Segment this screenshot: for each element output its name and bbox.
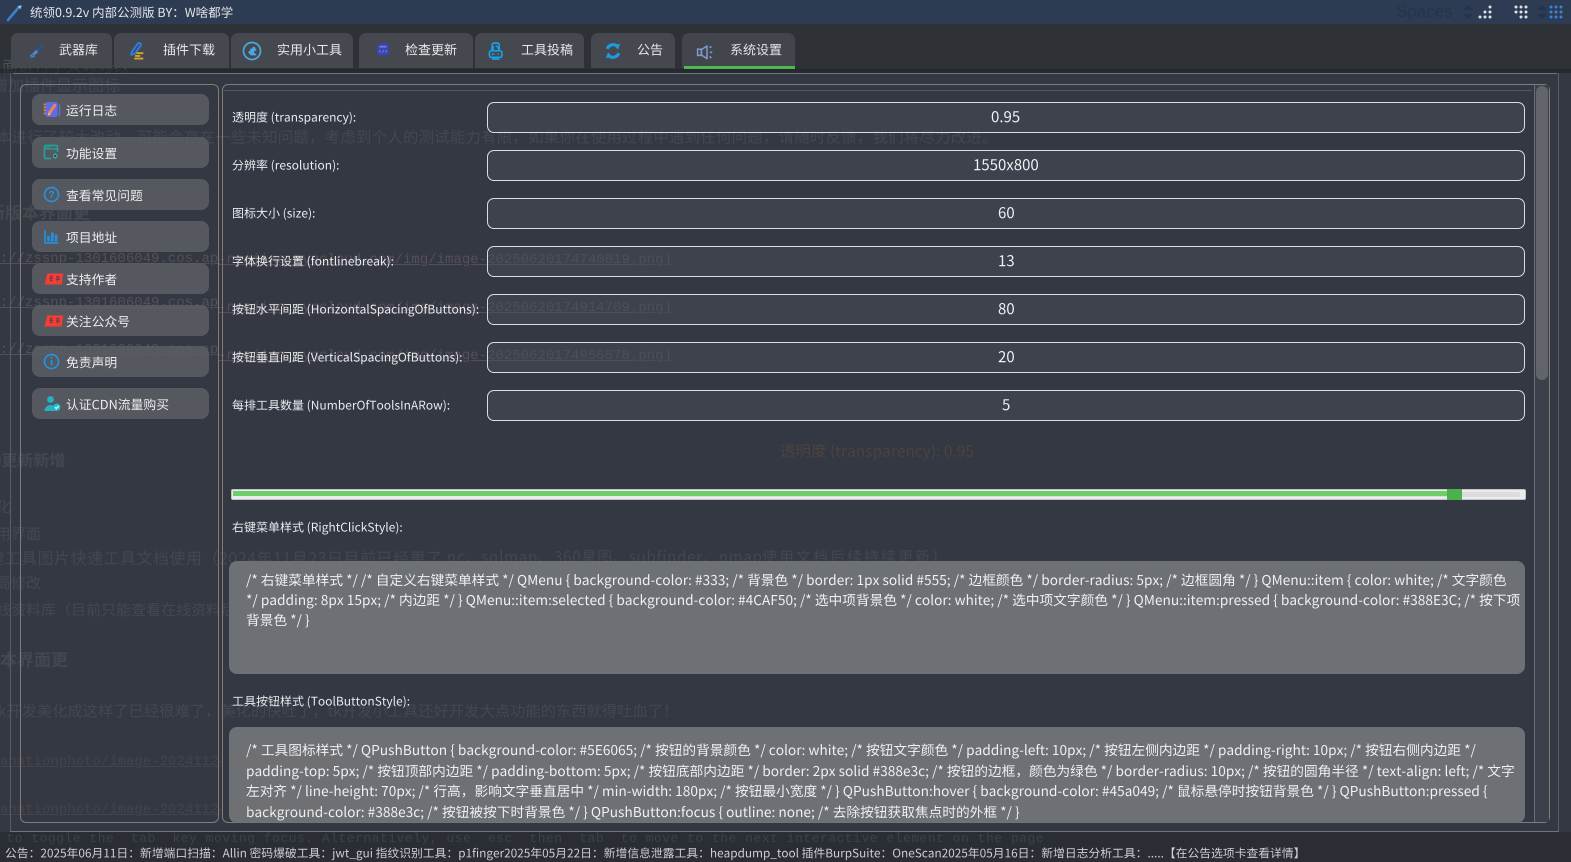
svg-text:?: ? [48,190,54,201]
